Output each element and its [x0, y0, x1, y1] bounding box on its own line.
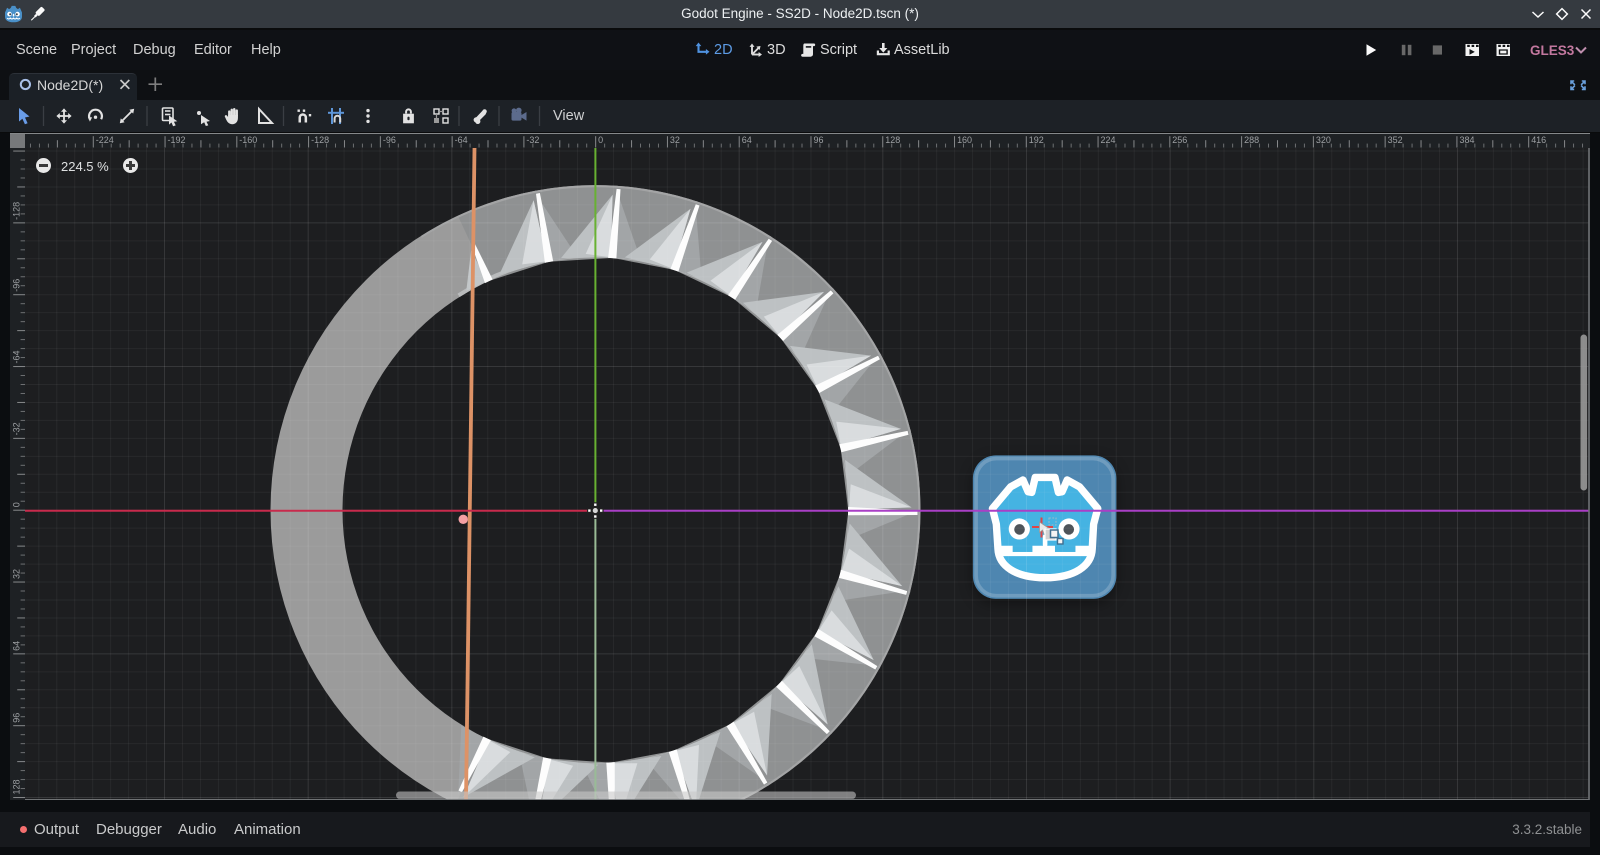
- svg-text:0: 0: [598, 135, 603, 145]
- svg-text:352: 352: [1388, 135, 1403, 145]
- svg-text:-64: -64: [455, 135, 468, 145]
- svg-text:192: 192: [1029, 135, 1044, 145]
- svg-text:-96: -96: [383, 135, 396, 145]
- svg-text:64: 64: [11, 640, 21, 650]
- svg-text:-192: -192: [168, 135, 186, 145]
- svg-text:-128: -128: [311, 135, 329, 145]
- svg-text:256: 256: [1172, 135, 1187, 145]
- svg-text:224: 224: [1101, 135, 1116, 145]
- svg-text:-128: -128: [11, 201, 21, 219]
- svg-text:-224: -224: [96, 135, 114, 145]
- svg-text:96: 96: [813, 135, 823, 145]
- svg-text:288: 288: [1244, 135, 1259, 145]
- svg-text:384: 384: [1459, 135, 1474, 145]
- svg-text:416: 416: [1531, 135, 1546, 145]
- svg-text:0: 0: [11, 502, 21, 507]
- svg-text:-64: -64: [11, 350, 21, 363]
- svg-text:160: 160: [957, 135, 972, 145]
- svg-text:320: 320: [1316, 135, 1331, 145]
- svg-text:-32: -32: [11, 422, 21, 435]
- svg-text:128: 128: [885, 135, 900, 145]
- svg-text:32: 32: [11, 568, 21, 578]
- svg-text:32: 32: [670, 135, 680, 145]
- svg-text:128: 128: [11, 779, 21, 794]
- svg-text:-96: -96: [11, 278, 21, 291]
- svg-text:-160: -160: [239, 135, 257, 145]
- svg-text:96: 96: [11, 712, 21, 722]
- svg-text:-32: -32: [526, 135, 539, 145]
- svg-text:64: 64: [742, 135, 752, 145]
